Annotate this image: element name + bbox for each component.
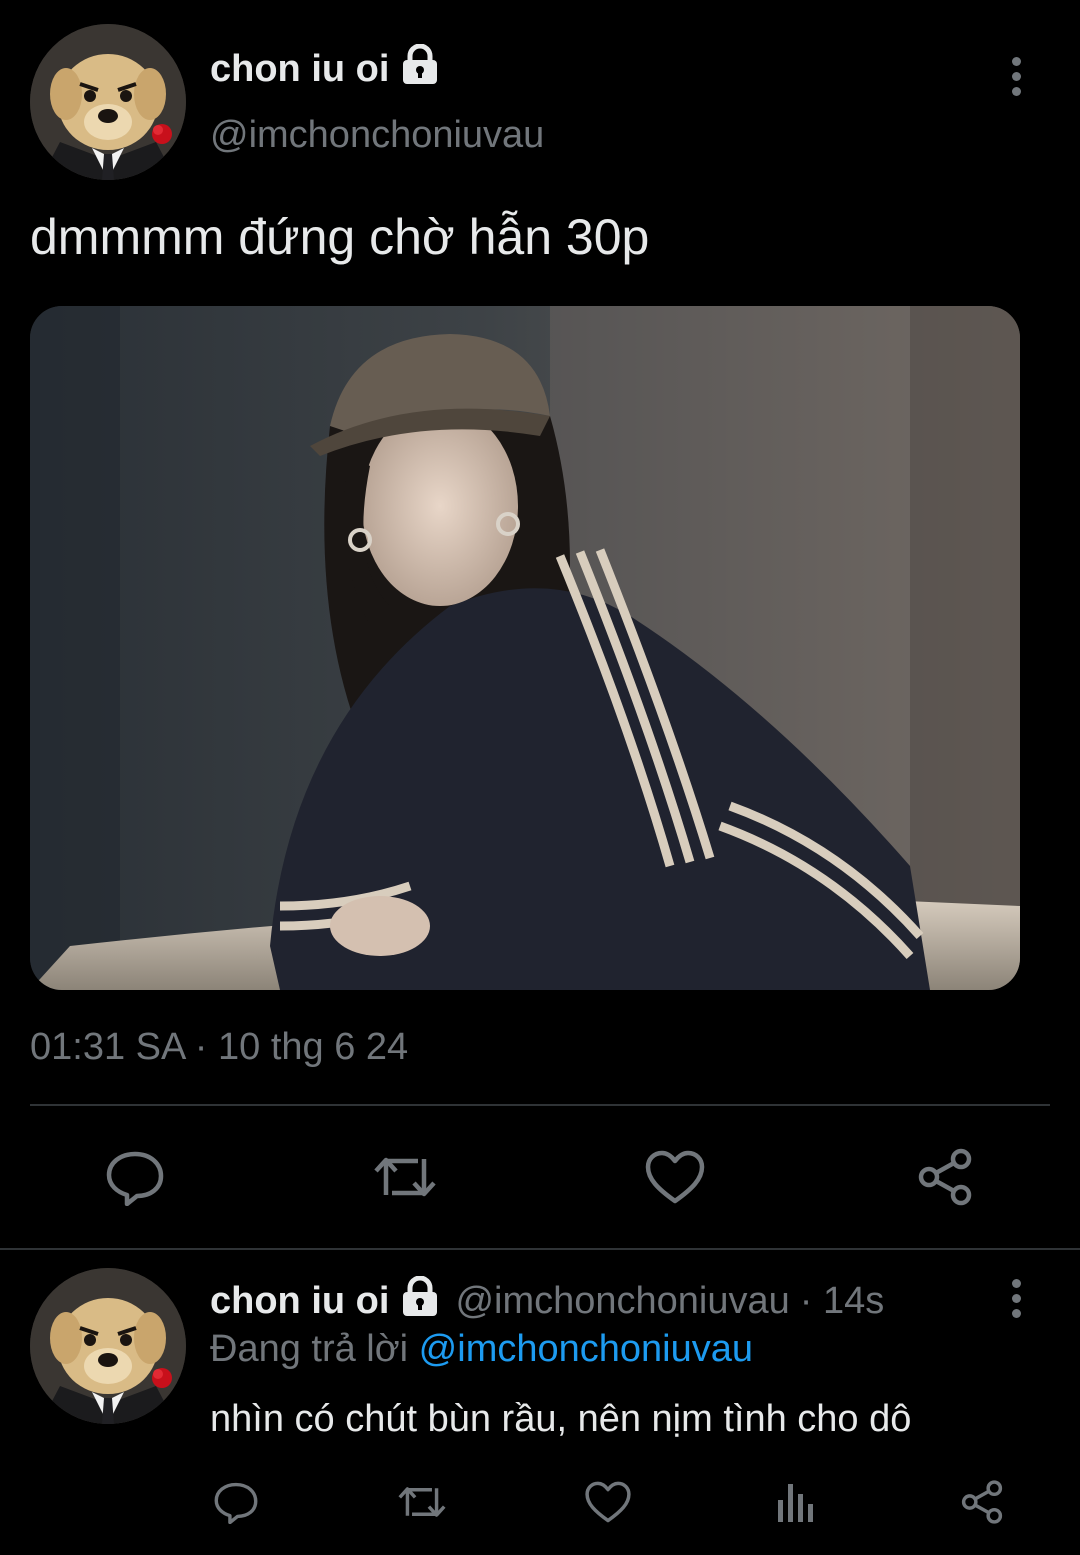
- reply-author-avatar[interactable]: [30, 1268, 186, 1424]
- reply-header: chon iu oi @imchonchoniuvau · 14s: [210, 1275, 884, 1326]
- divider-top: [30, 1104, 1050, 1106]
- author-name[interactable]: chon iu oi: [210, 43, 441, 94]
- reply-time[interactable]: · 14s: [800, 1280, 884, 1323]
- reply-reply-icon[interactable]: [206, 1472, 266, 1532]
- tweet-text: dmmmm đứng chờ hẫn 30p: [30, 209, 650, 265]
- author-avatar[interactable]: [30, 24, 186, 180]
- author-name-text: chon iu oi: [210, 47, 390, 90]
- reply-author-handle[interactable]: @imchonchoniuvau: [455, 1280, 789, 1323]
- replying-to: Đang trả lời @imchonchoniuvau: [210, 1328, 753, 1371]
- reply-like-icon[interactable]: [578, 1472, 638, 1532]
- reply-text: nhìn có chút bùn rầu, nên nịm tình cho d…: [210, 1398, 912, 1440]
- reply-share-icon[interactable]: [952, 1472, 1012, 1532]
- divider-bottom: [0, 1248, 1080, 1250]
- reply-author-name[interactable]: chon iu oi: [210, 1275, 441, 1326]
- dog-avatar-icon: [30, 24, 186, 180]
- tweet-timestamp[interactable]: 01:31 SA · 10 thg 6 24: [30, 1026, 408, 1069]
- retweet-icon[interactable]: [370, 1142, 440, 1212]
- reply-icon[interactable]: [100, 1142, 170, 1212]
- replying-to-mention[interactable]: @imchonchoniuvau: [419, 1328, 753, 1370]
- share-icon[interactable]: [910, 1142, 980, 1212]
- dog-avatar-icon: [30, 1268, 186, 1424]
- reply-more-options-icon[interactable]: [996, 1268, 1036, 1328]
- photo-icon: [30, 306, 1020, 990]
- like-icon[interactable]: [640, 1142, 710, 1212]
- reply-author-name-text: chon iu oi: [210, 1279, 390, 1322]
- lock-icon: [399, 43, 441, 94]
- analytics-icon[interactable]: [766, 1472, 826, 1532]
- reply-retweet-icon[interactable]: [392, 1472, 452, 1532]
- author-handle[interactable]: @imchonchoniuvau: [210, 114, 544, 157]
- replying-to-prefix: Đang trả lời: [210, 1328, 409, 1370]
- more-options-icon[interactable]: [996, 46, 1036, 106]
- lock-icon: [399, 1275, 441, 1326]
- tweet-photo[interactable]: [30, 306, 1020, 990]
